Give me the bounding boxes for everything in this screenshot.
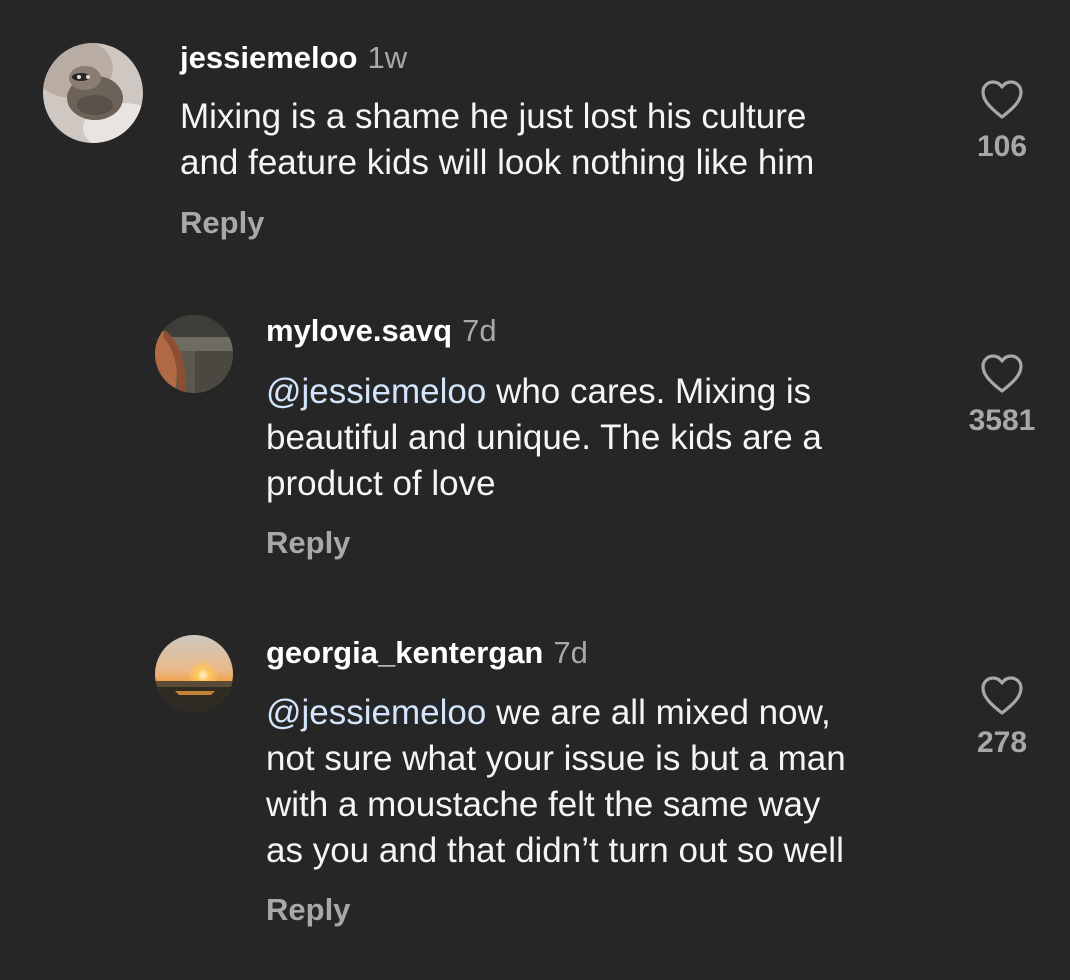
username[interactable]: georgia_kentergan bbox=[266, 635, 543, 670]
comment-text-line: @jessiemeloo who cares. Mixing is bbox=[266, 369, 822, 415]
like-container: 278 bbox=[957, 676, 1047, 760]
comment-text-line: Mixing is a shame he just lost his cultu… bbox=[180, 97, 807, 136]
mention-link[interactable]: @jessiemeloo bbox=[266, 693, 486, 732]
comment-text-line: @jessiemeloo we are all mixed now, bbox=[266, 690, 846, 736]
mention-link[interactable]: @jessiemeloo bbox=[266, 372, 486, 411]
heart-icon[interactable] bbox=[980, 676, 1024, 716]
avatar[interactable] bbox=[43, 43, 143, 143]
comment-text-line: not sure what your issue is but a man bbox=[266, 739, 846, 778]
timestamp: 7d bbox=[462, 313, 497, 348]
reply-button[interactable]: Reply bbox=[180, 205, 264, 241]
comment-text-line: and feature kids will look nothing like … bbox=[180, 143, 815, 182]
like-count: 278 bbox=[976, 726, 1028, 759]
comment-text-line: as you and that didn’t turn out so well bbox=[266, 831, 844, 870]
timestamp: 1w bbox=[367, 40, 408, 75]
heart-icon[interactable] bbox=[980, 80, 1024, 120]
like-container: 3581 bbox=[957, 354, 1047, 438]
like-count: 106 bbox=[976, 130, 1028, 163]
comment-text-segment: we are all mixed now, bbox=[486, 693, 831, 732]
hair-photo-avatar-icon bbox=[155, 315, 233, 393]
comment-header: mylove.savq 7d bbox=[266, 313, 497, 349]
avatar[interactable] bbox=[155, 635, 233, 713]
comment-text: @jessiemeloo we are all mixed now, not s… bbox=[266, 690, 846, 874]
like-container: 106 bbox=[957, 80, 1047, 164]
reply-button[interactable]: Reply bbox=[266, 892, 350, 928]
sunset-avatar-icon bbox=[155, 635, 233, 713]
comment-header: georgia_kentergan 7d bbox=[266, 635, 588, 671]
comment-text-line: product of love bbox=[266, 464, 496, 503]
comment-header: jessiemeloo 1w bbox=[180, 40, 407, 76]
like-count: 3581 bbox=[968, 404, 1036, 437]
comment-text-line: with a moustache felt the same way bbox=[266, 785, 821, 824]
comment-text: @jessiemeloo who cares. Mixing is beauti… bbox=[266, 369, 822, 507]
comment-text-segment: who cares. Mixing is bbox=[486, 372, 812, 411]
username[interactable]: jessiemeloo bbox=[180, 40, 357, 75]
comment-text: Mixing is a shame he just lost his cultu… bbox=[180, 94, 814, 186]
heart-icon[interactable] bbox=[980, 354, 1024, 394]
avatar[interactable] bbox=[155, 315, 233, 393]
raccoon-avatar-icon bbox=[43, 43, 143, 143]
username[interactable]: mylove.savq bbox=[266, 313, 452, 348]
comment-text-line: beautiful and unique. The kids are a bbox=[266, 418, 822, 457]
reply-button[interactable]: Reply bbox=[266, 525, 350, 561]
timestamp: 7d bbox=[553, 635, 588, 670]
